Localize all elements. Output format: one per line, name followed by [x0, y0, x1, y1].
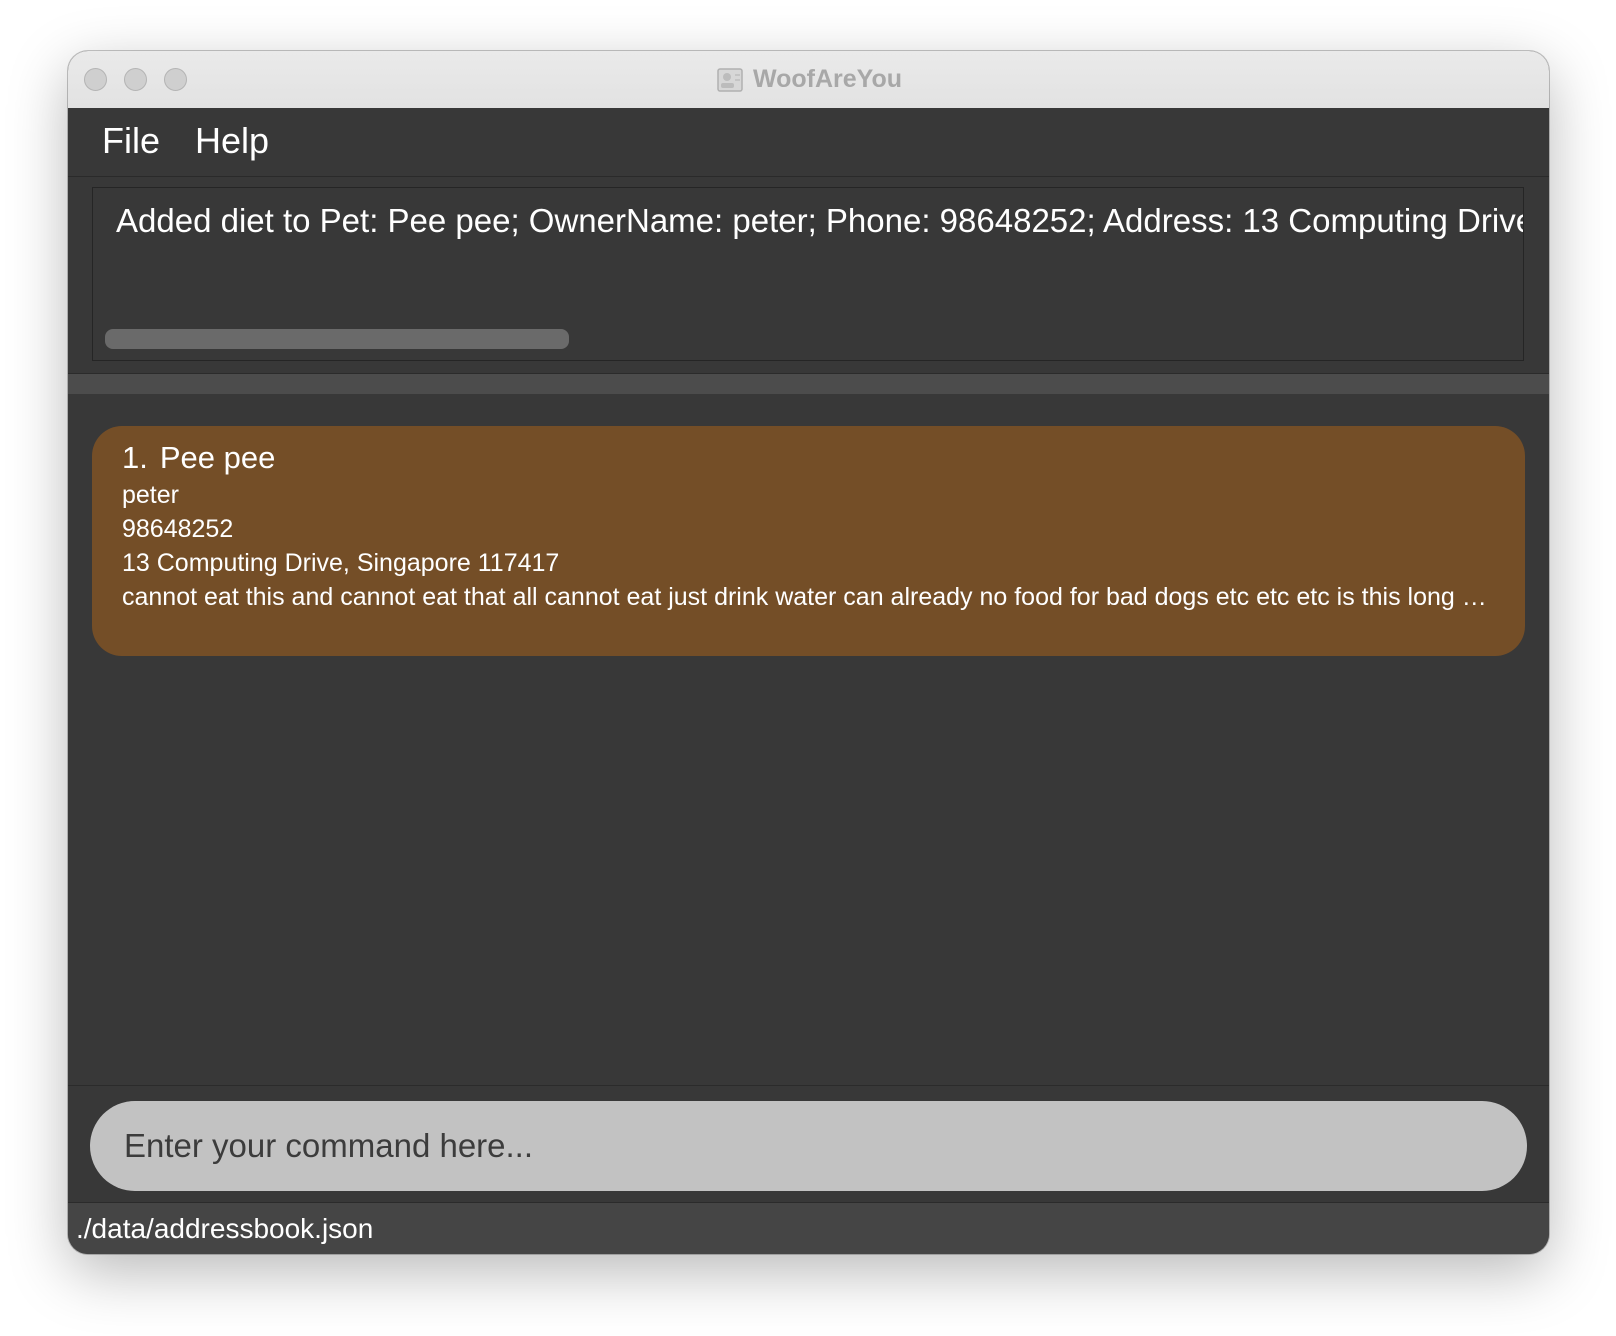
pet-name: Pee pee	[159, 440, 276, 475]
menu-bar: File Help	[68, 108, 1549, 177]
split-divider[interactable]	[68, 373, 1549, 395]
status-bar: ./data/addressbook.json	[68, 1203, 1549, 1254]
command-box-area	[68, 1085, 1549, 1203]
pet-phone: 98648252	[122, 515, 234, 543]
save-file-path: ./data/addressbook.json	[76, 1213, 374, 1244]
horizontal-scrollbar-thumb[interactable]	[105, 329, 569, 349]
command-input[interactable]	[90, 1101, 1527, 1191]
result-message: Added diet to Pet: Pee pee; OwnerName: p…	[116, 202, 1524, 239]
result-display[interactable]: Added diet to Pet: Pee pee; OwnerName: p…	[92, 187, 1524, 361]
title-group: WoofAreYou	[68, 51, 1549, 108]
menu-help[interactable]: Help	[195, 120, 269, 162]
window-title: WoofAreYou	[752, 65, 903, 93]
address-book-icon	[715, 66, 745, 94]
menu-file[interactable]: File	[102, 120, 160, 162]
pet-card[interactable]: 1. Pee pee peter 98648252 13 Computing Dr…	[92, 426, 1525, 656]
pet-address: 13 Computing Drive, Singapore 117417	[122, 549, 560, 577]
app-window: WoofAreYou File Help Added diet to Pet: …	[68, 51, 1549, 1254]
pet-list-panel[interactable]: 1. Pee pee peter 98648252 13 Computing Dr…	[68, 394, 1549, 1077]
title-bar[interactable]: WoofAreYou	[68, 51, 1549, 109]
pet-card-header: 1. Pee pee	[122, 440, 1495, 478]
pet-owner: peter	[122, 481, 179, 509]
pet-index: 1.	[122, 440, 148, 475]
pet-diet: cannot eat this and cannot eat that all …	[122, 583, 1495, 611]
